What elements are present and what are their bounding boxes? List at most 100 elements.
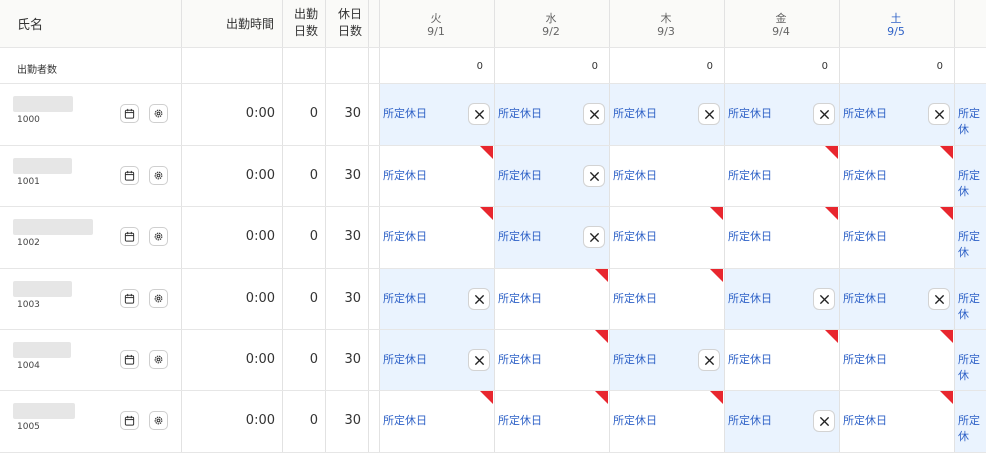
holiday-label: 所定休日	[613, 292, 657, 305]
day-date: 9/2	[542, 25, 560, 38]
remove-holiday-button[interactable]	[928, 103, 950, 125]
calendar-button[interactable]	[120, 166, 139, 185]
work-days-value: 0	[309, 291, 318, 306]
work-days-value: 0	[309, 229, 318, 244]
holiday-label: 所定休	[958, 353, 980, 382]
remove-holiday-button[interactable]	[813, 288, 835, 310]
settings-button[interactable]	[149, 350, 168, 369]
header-work-days-line1: 出勤	[293, 7, 318, 21]
holiday-label: 所定休	[958, 107, 980, 136]
work-days-value: 0	[309, 106, 318, 121]
employee-id: 1002	[17, 238, 40, 248]
flag-marker	[825, 146, 838, 159]
holiday-label: 所定休日	[383, 107, 427, 120]
holiday-label: 所定休日	[843, 169, 887, 182]
holiday-label: 所定休日	[728, 169, 772, 182]
flag-marker	[710, 391, 723, 404]
holiday-label: 所定休日	[613, 169, 657, 182]
calendar-button[interactable]	[120, 350, 139, 369]
calendar-button[interactable]	[120, 411, 139, 430]
settings-button[interactable]	[149, 411, 168, 430]
holiday-label: 所定休日	[498, 353, 542, 366]
row-divider	[0, 47, 986, 48]
employee-id: 1004	[17, 361, 40, 371]
flag-marker	[825, 330, 838, 343]
employee-name-redacted	[13, 403, 75, 419]
work-days-value: 0	[309, 352, 318, 367]
header-name: 氏名	[17, 18, 44, 33]
remove-holiday-button[interactable]	[583, 226, 605, 248]
day-date: 9/5	[887, 25, 905, 38]
header-holiday-days: 休日 日数	[331, 6, 369, 40]
employee-name-redacted	[13, 342, 71, 358]
flag-marker	[940, 330, 953, 343]
settings-button[interactable]	[149, 166, 168, 185]
remove-holiday-button[interactable]	[813, 410, 835, 432]
employee-name-redacted	[13, 281, 72, 297]
remove-holiday-button[interactable]	[583, 103, 605, 125]
holiday-days-value: 30	[344, 352, 361, 367]
holiday-label: 所定休日	[383, 292, 427, 305]
calendar-button[interactable]	[120, 227, 139, 246]
holiday-label: 所定休日	[613, 230, 657, 243]
calendar-button[interactable]	[120, 104, 139, 123]
holiday-label: 所定休日	[613, 414, 657, 427]
employee-id: 1003	[17, 300, 40, 310]
attendance-count-value: 0	[476, 61, 483, 72]
work-time-value: 0:00	[245, 291, 275, 306]
day-header: 金 9/4	[724, 12, 838, 38]
day-header: 水 9/2	[494, 12, 608, 38]
day-header: 土 9/5	[839, 12, 953, 38]
employee-name-redacted	[13, 96, 73, 112]
work-time-value: 0:00	[245, 352, 275, 367]
calendar-button[interactable]	[120, 289, 139, 308]
attendance-count-value: 0	[821, 61, 828, 72]
header-holiday-days-line2: 日数	[337, 24, 362, 38]
remove-holiday-button[interactable]	[698, 349, 720, 371]
work-days-value: 0	[309, 413, 318, 428]
holiday-label: 所定休日	[843, 414, 887, 427]
holiday-label: 所定休日	[383, 353, 427, 366]
flag-marker	[940, 207, 953, 220]
holiday-label: 所定休日	[613, 353, 657, 366]
employee-name-redacted	[13, 158, 72, 174]
holiday-label: 所定休日	[498, 169, 542, 182]
holiday-label: 所定休	[958, 230, 980, 259]
flag-marker	[480, 146, 493, 159]
remove-holiday-button[interactable]	[468, 103, 490, 125]
holiday-days-value: 30	[344, 168, 361, 183]
settings-button[interactable]	[149, 104, 168, 123]
holiday-label: 所定休日	[728, 292, 772, 305]
holiday-label: 所定休日	[843, 292, 887, 305]
remove-holiday-button[interactable]	[468, 349, 490, 371]
holiday-label: 所定休	[958, 292, 980, 321]
attendance-count-value: 0	[706, 61, 713, 72]
column-divider	[181, 0, 182, 453]
holiday-days-value: 30	[344, 413, 361, 428]
employee-id: 1005	[17, 422, 40, 432]
flag-marker	[710, 269, 723, 282]
header-work-time: 出勤時間	[226, 17, 275, 31]
settings-button[interactable]	[149, 289, 168, 308]
flag-marker	[595, 330, 608, 343]
holiday-label: 所定休日	[843, 353, 887, 366]
day-of-week: 火	[430, 12, 442, 25]
remove-holiday-button[interactable]	[698, 103, 720, 125]
day-of-week: 金	[775, 12, 787, 25]
remove-holiday-button[interactable]	[583, 165, 605, 187]
holiday-label: 所定休日	[498, 230, 542, 243]
holiday-label: 所定休日	[383, 169, 427, 182]
flag-marker	[825, 207, 838, 220]
flag-marker	[480, 207, 493, 220]
flag-marker	[480, 391, 493, 404]
day-header: 木 9/3	[609, 12, 723, 38]
remove-holiday-button[interactable]	[468, 288, 490, 310]
holiday-label: 所定休日	[728, 353, 772, 366]
holiday-days-value: 30	[344, 291, 361, 306]
settings-button[interactable]	[149, 227, 168, 246]
holiday-label: 所定休日	[383, 230, 427, 243]
column-divider	[282, 0, 283, 453]
remove-holiday-button[interactable]	[928, 288, 950, 310]
holiday-days-value: 30	[344, 229, 361, 244]
remove-holiday-button[interactable]	[813, 103, 835, 125]
